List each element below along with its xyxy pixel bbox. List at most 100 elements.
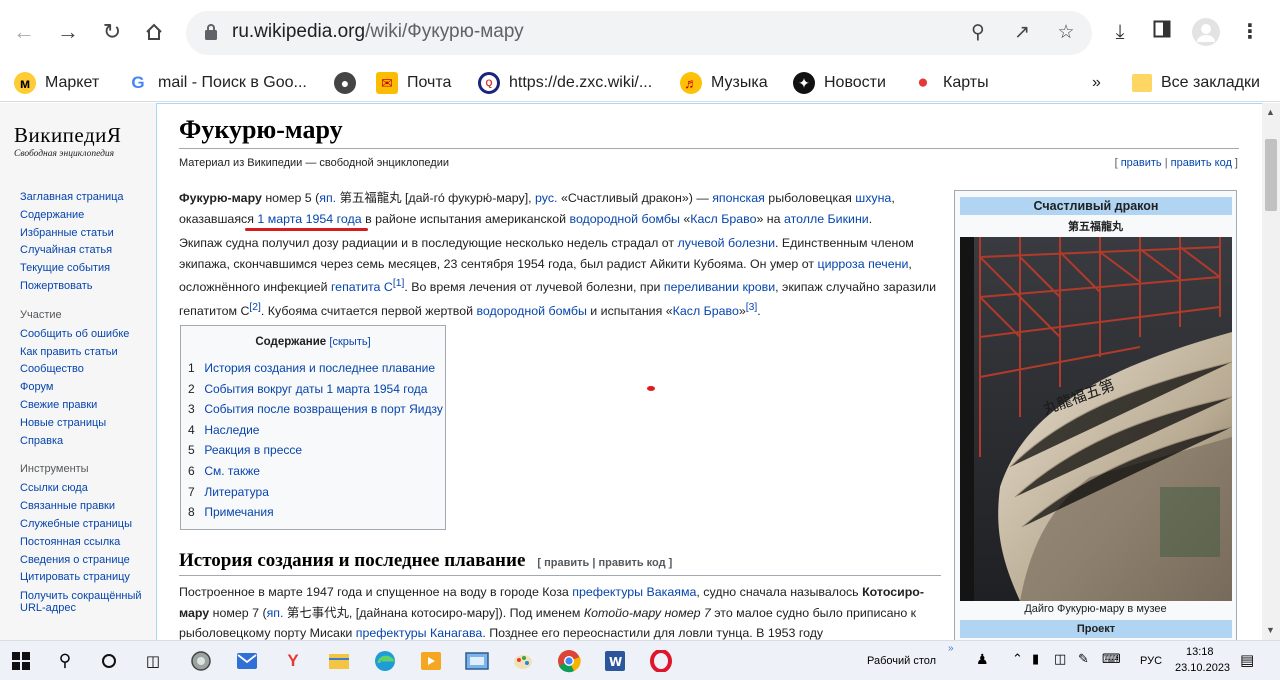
tray-chevron-icon[interactable]: ⌃ [1012,651,1023,667]
wikipedia-logo[interactable]: ВикипедиЯ Свободная энциклопедия [14,123,144,159]
taskbar-app-media[interactable] [418,649,444,673]
sidebar-item-short-url[interactable]: Получить сокращённый URL-адрес [20,587,150,614]
taskbar-app-settings[interactable] [188,649,214,673]
sidebar-item-community[interactable]: Сообщество [20,361,150,379]
bookmark-market[interactable]: м Маркет [14,71,99,95]
toc-item[interactable]: 7 Литература [188,482,443,503]
link-castle-bravo[interactable]: Касл Браво [690,212,756,226]
link-date[interactable]: 1 марта 1954 года [257,212,361,226]
link-jap-2[interactable]: яп. [267,606,284,620]
link-cirrhosis[interactable]: цирроза печени [818,257,909,271]
bookmark-music[interactable]: ♬ Музыка [680,71,768,95]
link-transfusion[interactable]: переливании крови [664,280,775,294]
toc-item[interactable]: 4 Наследие [188,420,443,441]
side-panel-icon[interactable] [1148,18,1176,46]
tray-expand-icon[interactable]: » [948,643,954,654]
desktop-toolbar-label[interactable]: Рабочий стол [867,655,936,667]
scroll-up-arrow[interactable]: ▲ [1266,107,1275,117]
clock-time[interactable]: 13:18 [1186,646,1214,658]
input-language[interactable]: РУС [1140,655,1162,667]
taskbar-app-viewer[interactable] [464,649,490,673]
bookmark-zxc-wiki[interactable]: Qhttps://de.zxc.wiki/... [478,71,652,95]
cortana-icon[interactable] [96,649,122,673]
sidebar-item-report[interactable]: Сообщить об ошибке [20,326,150,344]
toc-item[interactable]: 1 История создания и последнее плавание [188,358,443,379]
notifications-icon[interactable]: ▤ [1240,651,1254,669]
link-radiation-sickness[interactable]: лучевой болезни [678,236,775,250]
zoom-icon[interactable]: ⚲ [966,21,990,45]
sidebar-item-related[interactable]: Связанные правки [20,498,150,516]
toc-item[interactable]: 2 События вокруг даты 1 марта 1954 года [188,379,443,400]
search-icon[interactable]: ⚲ [52,649,78,673]
taskbar-app-paint[interactable] [510,649,536,673]
link-wakayama[interactable]: префектуры Вакаяма [572,585,696,599]
sidebar-item-current-events[interactable]: Текущие события [20,260,150,278]
link-jap[interactable]: яп. [319,191,336,205]
sidebar-item-featured[interactable]: Избранные статьи [20,225,150,243]
link-castle-bravo-2[interactable]: Касл Браво [673,304,739,318]
section-edit-link[interactable]: [ править | править код ] [537,557,672,569]
bookmark-globe[interactable]: ● [334,71,365,95]
link-rus[interactable]: рус. [535,191,557,205]
sidebar-item-main[interactable]: Заглавная страница [20,189,150,207]
sidebar-item-links-here[interactable]: Ссылки сюда [20,480,150,498]
task-view-icon[interactable]: ◫ [140,649,166,673]
all-bookmarks[interactable]: Все закладки [1132,71,1260,95]
edit-link[interactable]: править [1121,157,1162,169]
sidebar-item-help[interactable]: Справка [20,433,150,451]
network-icon[interactable]: ◫ [1054,651,1066,667]
sidebar-item-cite[interactable]: Цитировать страницу [20,569,150,587]
forward-button[interactable]: → [52,16,84,48]
sidebar-item-new-pages[interactable]: Новые страницы [20,415,150,433]
sidebar-item-howto[interactable]: Как править статьи [20,344,150,362]
star-icon[interactable]: ☆ [1054,21,1078,45]
sidebar-item-random[interactable]: Случайная статья [20,242,150,260]
toc-item[interactable]: 3 События после возвращения в порт Яидзу [188,399,443,420]
more-bookmarks-button[interactable]: » [1092,71,1101,95]
sidebar-item-special[interactable]: Служебные страницы [20,516,150,534]
toc-item[interactable]: 6 См. также [188,461,443,482]
link-kanagawa[interactable]: префектуры Канагава [356,626,483,640]
taskbar-app-edge[interactable] [372,649,398,673]
bookmark-pochta[interactable]: ✉ Почта [376,71,451,95]
taskbar-app-mail[interactable] [234,649,260,673]
link-schooner[interactable]: шхуна [855,191,891,205]
bookmark-maps[interactable]: ● Карты [912,71,988,95]
sidebar-item-recent[interactable]: Свежие правки [20,397,150,415]
toc-item[interactable]: 8 Примечания [188,502,443,523]
scroll-down-arrow[interactable]: ▼ [1266,625,1275,635]
bookmark-mail[interactable]: Gmail - Поиск в Goo... [127,71,306,95]
taskbar-app-explorer[interactable] [326,649,352,673]
sidebar-item-donate[interactable]: Пожертвовать [20,278,150,296]
link-japanese[interactable]: японская [712,191,765,205]
people-icon[interactable]: ♟ [976,651,989,668]
taskbar-app-opera[interactable] [648,649,674,673]
ref-1[interactable]: [1] [393,278,404,289]
taskbar-app-yandex[interactable]: Y [280,649,306,673]
link-hbomb[interactable]: водородной бомбы [570,212,680,226]
address-bar[interactable]: ru.wikipedia.org/wiki/Фукурю-мару ⚲ ↗ ☆ [186,11,1092,55]
back-button[interactable]: ← [8,16,40,48]
bookmark-news[interactable]: ✦ Новости [793,71,886,95]
battery-icon[interactable]: ▮ [1032,651,1039,667]
ship-photo[interactable]: 丸龍福五第 [960,237,1232,601]
profile-avatar[interactable] [1192,18,1220,46]
clock-date[interactable]: 23.10.2023 [1175,662,1230,674]
edit-code-link[interactable]: править код [1171,157,1232,169]
link-bikini[interactable]: атолле Бикини [784,212,869,226]
share-icon[interactable]: ↗ [1010,21,1034,45]
menu-icon[interactable]: ⋮ [1236,18,1264,46]
taskbar-app-chrome[interactable] [556,649,582,673]
page-scrollbar[interactable]: ▲ ▼ [1262,103,1280,640]
sidebar-item-contents[interactable]: Содержание [20,207,150,225]
ref-3[interactable]: [3] [746,302,757,313]
toc-hide-link[interactable]: [скрыть] [329,336,370,348]
link-hbomb-2[interactable]: водородной бомбы [476,304,586,318]
download-icon[interactable]: ⤓ [1106,18,1134,46]
scroll-thumb[interactable] [1265,139,1277,211]
home-icon[interactable] [138,16,170,48]
sidebar-item-page-info[interactable]: Сведения о странице [20,552,150,570]
ref-2[interactable]: [2] [249,302,260,313]
keyboard-icon[interactable]: ⌨ [1102,651,1121,667]
toc-item[interactable]: 5 Реакция в прессе [188,440,443,461]
